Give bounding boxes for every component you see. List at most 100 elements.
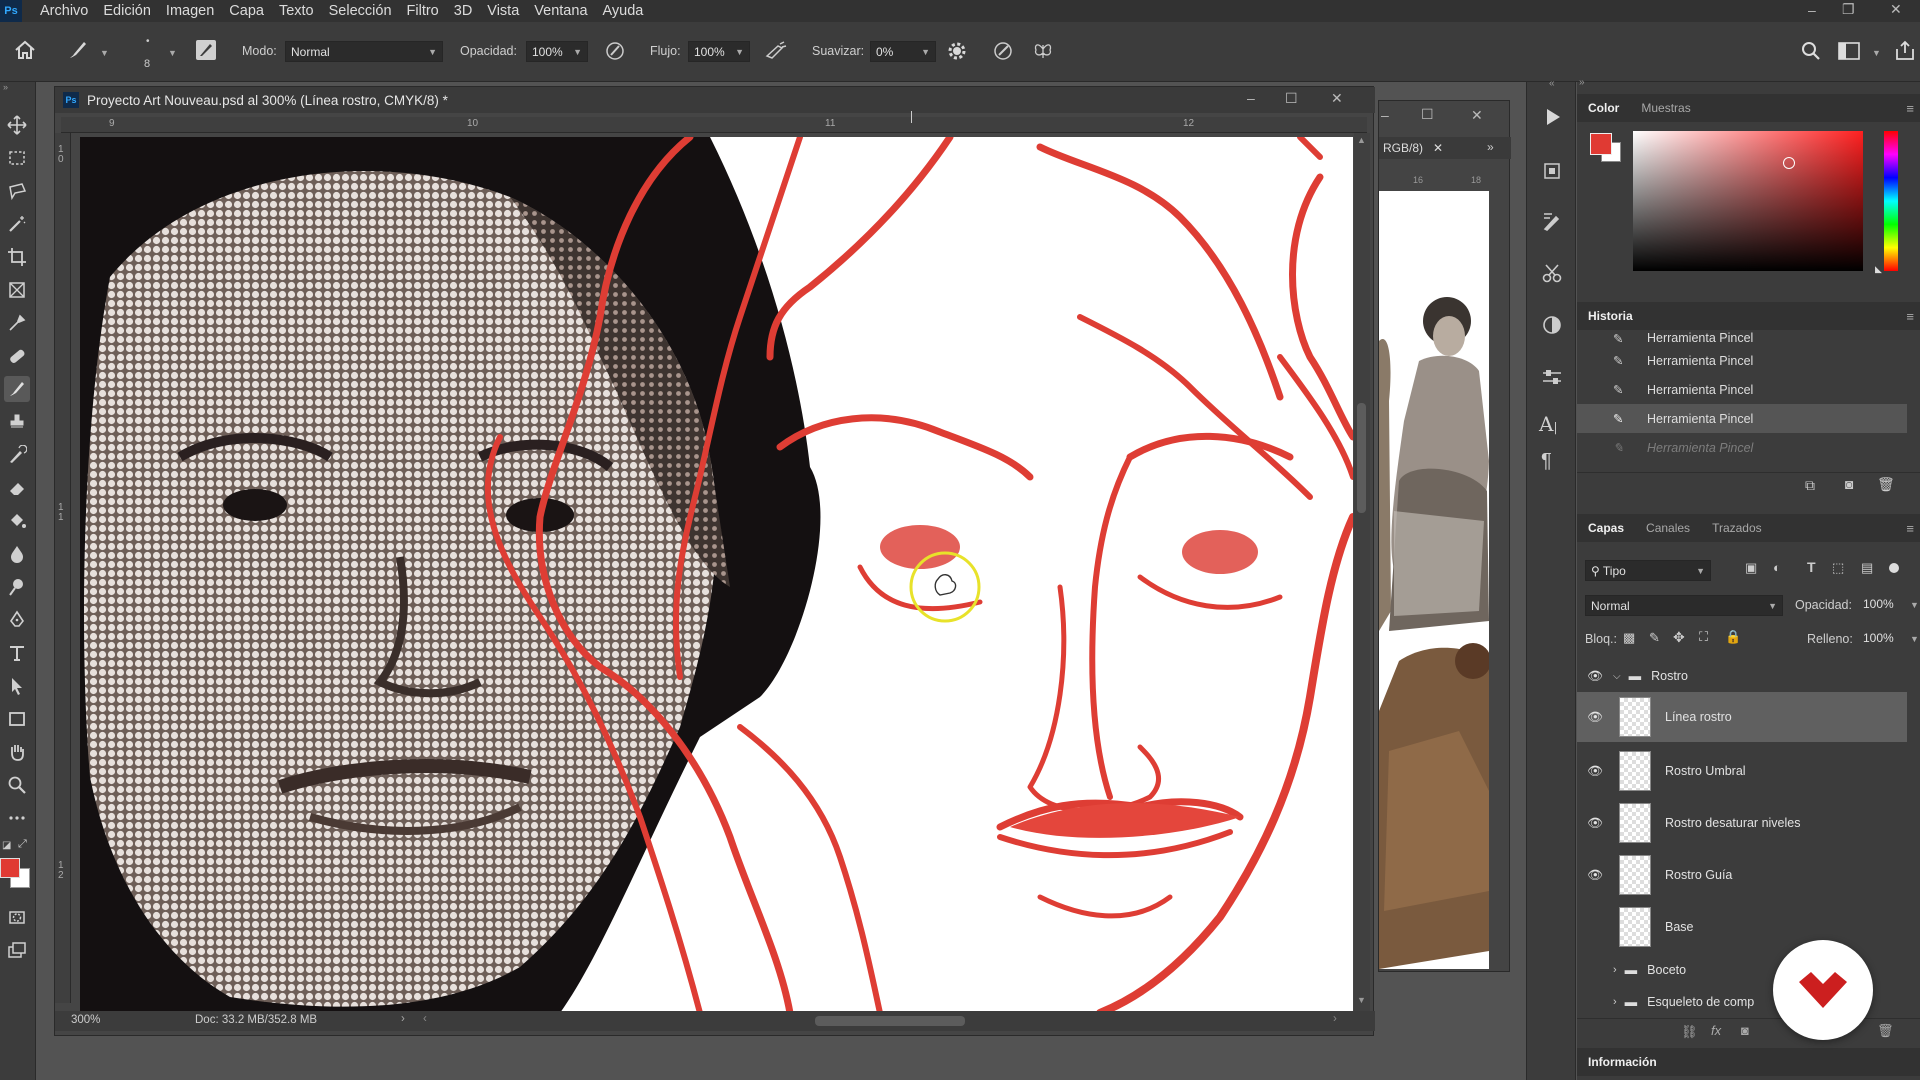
menu-ventana[interactable]: Ventana	[534, 3, 587, 19]
opacity-input[interactable]: 100% ▼	[526, 41, 588, 62]
zoom-tool-icon[interactable]	[4, 772, 30, 798]
restore-app-icon[interactable]: ❐	[1842, 1, 1855, 18]
visibility-eye-icon[interactable]: 👁	[1585, 868, 1605, 883]
document-titlebar[interactable]: Ps Proyecto Art Nouveau.psd al 300% (Lín…	[55, 87, 1375, 113]
layers-panel-menu-icon[interactable]: ≡	[1906, 521, 1914, 536]
pressure-opacity-icon[interactable]	[604, 40, 626, 65]
menu-3d[interactable]: 3D	[454, 3, 473, 19]
path-selection-tool-icon[interactable]	[4, 673, 30, 699]
tab-canales[interactable]: Canales	[1635, 521, 1701, 535]
chevron-right-icon[interactable]: ›	[1613, 964, 1617, 976]
menu-edicion[interactable]: Edición	[103, 3, 151, 19]
hand-tool-icon[interactable]	[4, 739, 30, 765]
adjustments-icon[interactable]	[1539, 312, 1565, 338]
scroll-down-icon[interactable]: ▼	[1357, 995, 1366, 1005]
layer-group-esqueleto[interactable]: 👁 › ▬ Esqueleto de comp	[1577, 986, 1797, 1018]
play-actions-icon[interactable]	[1539, 104, 1565, 130]
brush-settings-panel-icon[interactable]	[196, 40, 216, 60]
layer-group-rostro[interactable]: 👁 ⌵ ▬ Rostro	[1577, 660, 1907, 692]
rectangle-tool-icon[interactable]	[4, 706, 30, 732]
layer-row-active[interactable]: 👁 Línea rostro	[1577, 692, 1907, 742]
brush-size-dot-icon[interactable]: •	[146, 36, 150, 47]
link-layers-icon[interactable]: ⛓	[1681, 1024, 1698, 1040]
tab-trazados[interactable]: Trazados	[1701, 521, 1773, 535]
filter-shape-layer-icon[interactable]: ⬚	[1832, 560, 1844, 576]
zoom-level[interactable]: 300%	[71, 1014, 100, 1026]
close-app-icon[interactable]: ✕	[1890, 1, 1902, 18]
more-tools-icon[interactable]	[4, 805, 30, 831]
color-foreground-swatch[interactable]	[1590, 133, 1612, 155]
lasso-tool-icon[interactable]	[4, 178, 30, 204]
move-tool-icon[interactable]	[4, 112, 30, 138]
workspace-caret[interactable]: ▼	[1872, 48, 1881, 58]
chevron-down-icon[interactable]: ▼	[1910, 600, 1919, 610]
visibility-eye-icon[interactable]: 👁	[1585, 764, 1605, 779]
chevron-down-icon[interactable]: ⌵	[1613, 671, 1621, 682]
tab-color[interactable]: Color	[1577, 101, 1630, 115]
minimize-app-icon[interactable]: –	[1808, 2, 1816, 18]
lock-artboard-icon[interactable]: ⛶	[1699, 629, 1708, 645]
layer-filter-select[interactable]: ⚲ Tipo ▼	[1585, 560, 1711, 581]
color-saturation-field[interactable]	[1633, 131, 1863, 271]
bg-minimize-icon[interactable]: –	[1381, 107, 1389, 123]
share-icon[interactable]	[1894, 40, 1916, 65]
horizontal-ruler[interactable]: 9 10 11 12	[61, 111, 1367, 133]
smooth-input[interactable]: 0% ▼	[870, 41, 936, 62]
color-panel-menu-icon[interactable]: ≡	[1906, 101, 1914, 116]
airbrush-icon[interactable]	[764, 40, 788, 65]
tab-muestras[interactable]: Muestras	[1630, 101, 1701, 115]
lock-all-icon[interactable]: 🔒	[1725, 629, 1741, 645]
filter-pixel-layer-icon[interactable]: ▣	[1745, 560, 1757, 576]
paragraph-panel-icon[interactable]: ¶	[1541, 450, 1567, 476]
layer-style-fx-icon[interactable]: fx	[1711, 1023, 1721, 1038]
foreground-color-swatch[interactable]	[0, 858, 20, 878]
document-size-info[interactable]: Doc: 33.2 MB/352.8 MB	[195, 1014, 317, 1026]
menu-filtro[interactable]: Filtro	[407, 3, 439, 19]
home-icon[interactable]	[14, 40, 36, 63]
history-item[interactable]: ✎ Herramienta Pincel	[1577, 330, 1907, 346]
history-item-active[interactable]: ✎ Herramienta Pincel	[1577, 404, 1907, 433]
magic-wand-tool-icon[interactable]	[4, 211, 30, 237]
visibility-eye-icon[interactable]: 👁	[1585, 669, 1605, 684]
screen-mode-icon[interactable]	[4, 937, 30, 963]
snapshot-camera-icon[interactable]: ◙	[1845, 476, 1853, 492]
type-tool-icon[interactable]	[4, 640, 30, 666]
delete-state-trash-icon[interactable]: 🗑	[1877, 476, 1895, 493]
scroll-right-icon[interactable]: ›	[1333, 1013, 1337, 1025]
lock-image-pixels-icon[interactable]: ✎	[1649, 630, 1660, 646]
layer-row[interactable]: 👁 Rostro Umbral	[1577, 746, 1907, 796]
pen-tool-icon[interactable]	[4, 607, 30, 633]
visibility-eye-icon[interactable]: 👁	[1585, 710, 1605, 725]
color-picker-handle[interactable]	[1783, 157, 1795, 169]
menu-texto[interactable]: Texto	[279, 3, 314, 19]
symmetry-butterfly-icon[interactable]	[1032, 40, 1054, 65]
mode-select[interactable]: Normal ▼	[285, 41, 443, 62]
collapse-arrows-icon[interactable]: »	[3, 82, 8, 92]
lock-position-icon[interactable]: ✥	[1673, 629, 1685, 646]
menu-vista[interactable]: Vista	[487, 3, 519, 19]
horizontal-scroll-thumb[interactable]	[815, 1016, 965, 1026]
frame-tool-icon[interactable]	[4, 277, 30, 303]
new-document-from-state-icon[interactable]: ⧉	[1805, 477, 1815, 494]
vertical-ruler[interactable]: 1 0 1 1 1 2	[55, 133, 71, 1003]
history-item-undone[interactable]: ✎ Herramienta Pincel	[1577, 433, 1907, 462]
blend-mode-select[interactable]: Normal ▼	[1585, 595, 1783, 616]
collapse-right-panels-icon[interactable]: »	[1579, 77, 1585, 88]
bg-document-tab[interactable]: RGB/8)	[1383, 141, 1423, 155]
blur-tool-icon[interactable]	[4, 541, 30, 567]
menu-ayuda[interactable]: Ayuda	[603, 3, 644, 19]
history-panel-menu-icon[interactable]: ≡	[1906, 309, 1914, 324]
filter-type-layer-icon[interactable]: T	[1807, 559, 1816, 575]
scroll-up-icon[interactable]: ▲	[1357, 135, 1366, 145]
scroll-left-icon[interactable]: ‹	[423, 1013, 427, 1025]
vertical-scroll-thumb[interactable]	[1357, 403, 1366, 513]
bg-close-icon[interactable]: ✕	[1471, 107, 1483, 124]
filter-smart-object-icon[interactable]: ▤	[1861, 560, 1873, 576]
brush-size-value[interactable]: 8	[144, 58, 150, 70]
workspace-layout-icon[interactable]	[1838, 42, 1860, 63]
default-colors-icon[interactable]: ◪	[2, 840, 11, 851]
canvas-artwork[interactable]	[80, 137, 1353, 1013]
expand-panels-icon[interactable]: «	[1549, 78, 1555, 89]
layer-row[interactable]: 👁 Base	[1577, 902, 1907, 952]
doc-close-icon[interactable]: ✕	[1331, 90, 1343, 107]
